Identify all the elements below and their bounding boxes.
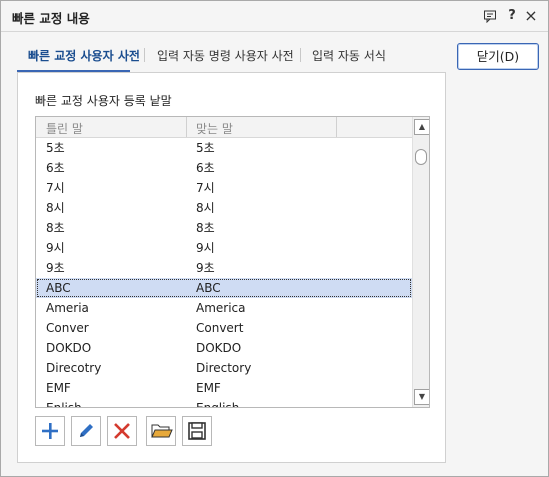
wrong-word-cell: 6초 [46,161,65,175]
correct-word-cell: 6초 [196,161,215,175]
wrong-word-cell: DOKDO [46,341,92,355]
table-row[interactable]: 8초 8초 [36,218,412,238]
tab-auto-command-dictionary[interactable]: 입력 자동 명령 사용자 사전 [157,47,294,64]
wrong-word-cell: ABC [46,281,71,295]
table-row[interactable]: DOKDO DOKDO [36,338,412,358]
open-folder-icon [151,424,173,438]
help-button[interactable]: ? [503,7,521,25]
correct-word-cell: 8초 [196,221,215,235]
table-row[interactable]: 9초 9초 [36,258,412,278]
quick-correction-dialog: 빠른 교정 내용 ? × 빠른 교정 사용자 사전 입력 자동 명령 사용자 사… [0,0,549,477]
comment-icon[interactable] [481,7,499,25]
table-row[interactable]: EMF EMF [36,378,412,398]
edit-button[interactable] [71,416,101,446]
tab-separator [144,48,145,62]
word-list[interactable]: 틀린 말 맞는 말 5초 5초 6초 6초 7시 7시 8시 8시 8초 8초 9시 9시 9초 9초 AB… [35,116,430,408]
correct-word-cell: 9시 [196,241,215,255]
scroll-up-icon[interactable]: ▲ [414,119,429,135]
wrong-word-cell: 9초 [46,261,65,275]
close-button[interactable]: 닫기(D) [457,43,539,70]
tab-quick-correction-dictionary[interactable]: 빠른 교정 사용자 사전 [28,47,140,64]
wrong-word-cell: Enlish [46,398,82,407]
save-button[interactable] [182,416,212,446]
wrong-word-cell: EMF [46,381,71,395]
table-row[interactable]: 8시 8시 [36,198,412,218]
wrong-word-cell: 5초 [46,141,65,155]
wrong-word-cell: Conver [46,321,89,335]
correct-word-cell: EMF [196,381,221,395]
window-title: 빠른 교정 내용 [12,11,90,26]
table-row[interactable]: Enlish English [36,398,412,407]
wrong-word-cell: 8초 [46,221,65,235]
correct-word-cell: America [196,301,246,315]
list-rows: 5초 5초 6초 6초 7시 7시 8시 8시 8초 8초 9시 9시 9초 9초 ABC ABC Ameria… [36,138,412,407]
dictionary-panel: 빠른 교정 사용자 등록 낱말 틀린 말 맞는 말 5초 5초 6초 6초 7시 7시 8시… [17,72,446,463]
column-header-correct-word[interactable]: 맞는 말 [196,120,233,137]
table-row[interactable]: Ameria America [36,298,412,318]
list-header: 틀린 말 맞는 말 [36,117,412,138]
tab-auto-format[interactable]: 입력 자동 서식 [312,47,386,64]
wrong-word-cell: 8시 [46,201,65,215]
table-row[interactable]: ABC ABC [36,278,412,298]
open-button[interactable] [146,416,176,446]
edit-pencil-icon [80,424,93,437]
scroll-thumb[interactable] [415,149,427,165]
correct-word-cell: DOKDO [196,341,242,355]
correct-word-cell: 9초 [196,261,215,275]
wrong-word-cell: Direcotry [46,361,102,375]
table-row[interactable]: 6초 6초 [36,158,412,178]
correct-word-cell: Directory [196,361,252,375]
column-header-wrong-word[interactable]: 틀린 말 [46,120,83,137]
title-bar: 빠른 교정 내용 ? × [1,1,548,32]
correct-word-cell: 7시 [196,181,215,195]
scroll-down-icon[interactable]: ▼ [414,389,429,405]
panel-label: 빠른 교정 사용자 등록 낱말 [35,94,172,108]
correct-word-cell: 5초 [196,141,215,155]
correct-word-cell: 8시 [196,201,215,215]
table-row[interactable]: 9시 9시 [36,238,412,258]
wrong-word-cell: Ameria [46,301,89,315]
tab-separator [300,48,301,62]
table-row[interactable]: 5초 5초 [36,138,412,158]
save-disk-icon [188,422,206,440]
delete-x-icon [114,423,130,439]
correct-word-cell: ABC [196,281,221,295]
add-icon [42,423,58,439]
delete-button[interactable] [107,416,137,446]
table-row[interactable]: Conver Convert [36,318,412,338]
wrong-word-cell: 9시 [46,241,65,255]
correct-word-cell: English [196,398,239,407]
close-window-button[interactable]: × [522,7,540,25]
column-divider [336,117,337,137]
add-button[interactable] [35,416,65,446]
column-divider [186,117,187,137]
vertical-scrollbar[interactable]: ▲ ▼ [412,117,429,407]
table-row[interactable]: Direcotry Directory [36,358,412,378]
wrong-word-cell: 7시 [46,181,65,195]
correct-word-cell: Convert [196,321,244,335]
table-row[interactable]: 7시 7시 [36,178,412,198]
